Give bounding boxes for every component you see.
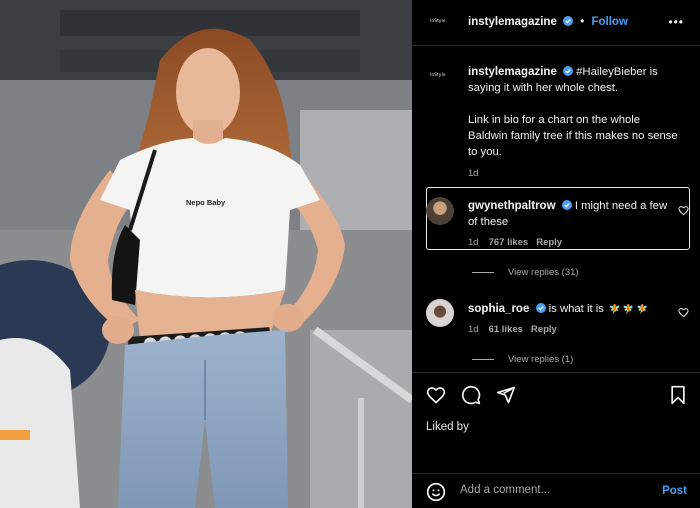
verified-badge-icon	[562, 66, 573, 76]
view-replies-label: View replies (1)	[508, 354, 574, 365]
post-actions: Liked by Post	[412, 372, 700, 508]
post-header: InStyle instylemagazine • Follow •••	[412, 0, 700, 46]
comment-text: is what it is	[548, 303, 604, 315]
caption-time[interactable]: 1d	[468, 166, 682, 182]
follow-button[interactable]: Follow	[591, 16, 627, 28]
verified-badge-icon	[561, 200, 572, 210]
like-comment-icon[interactable]	[678, 205, 689, 216]
comment-gwynethpaltrow: gwynethpaltrow I might need a few of the…	[468, 198, 668, 230]
avatar[interactable]	[426, 197, 454, 225]
replies-divider	[472, 272, 494, 273]
comment-time[interactable]: 1d	[468, 237, 479, 248]
comment-bubble-icon[interactable]	[461, 385, 481, 405]
comment-input[interactable]	[460, 484, 640, 496]
shirt-text: Nepo Baby	[186, 198, 226, 207]
comment-username[interactable]: gwynethpaltrow	[468, 200, 556, 212]
like-comment-icon[interactable]	[678, 307, 689, 318]
emoji-icon[interactable]	[426, 482, 446, 502]
view-replies-link[interactable]: View replies (31)	[472, 267, 579, 278]
more-options-icon[interactable]: •••	[668, 15, 684, 29]
avatar[interactable]	[426, 299, 454, 327]
comment-emoji: 🧚 🧚 🧚	[609, 304, 648, 314]
caption-username[interactable]: instylemagazine	[468, 66, 557, 78]
comment-username[interactable]: sophia_roe	[468, 303, 529, 315]
comment-meta: 1d 61 likes Reply	[468, 324, 557, 335]
like-heart-icon[interactable]	[426, 385, 446, 405]
view-replies-label: View replies (31)	[508, 267, 579, 278]
verified-badge-icon	[563, 16, 574, 26]
account-logo[interactable]: InStyle	[430, 19, 445, 24]
post-photo: Nepo Baby	[0, 0, 412, 508]
verified-badge-icon	[535, 303, 546, 313]
reply-button[interactable]: Reply	[536, 237, 562, 248]
comment-meta: 1d 767 likes Reply	[468, 237, 562, 248]
caption-text-2: Link in bio for a chart on the whole Bal…	[468, 114, 678, 158]
bookmark-save-icon[interactable]	[668, 385, 688, 405]
separator-dot: •	[580, 16, 585, 28]
share-send-icon[interactable]	[496, 385, 516, 405]
view-replies-link[interactable]: View replies (1)	[472, 354, 573, 365]
comment-composer: Post	[412, 473, 700, 508]
comment-sophia-roe: sophia_roe is what it is 🧚 🧚 🧚	[468, 301, 678, 317]
post-button[interactable]: Post	[662, 485, 687, 497]
liked-by-text[interactable]: Liked by	[426, 421, 469, 433]
comment-likes[interactable]: 767 likes	[489, 237, 529, 248]
photo-illustration	[0, 0, 412, 508]
reply-button[interactable]: Reply	[531, 324, 557, 335]
header-username[interactable]: instylemagazine	[468, 16, 557, 28]
post-side-panel: InStyle instylemagazine • Follow ••• InS…	[412, 0, 700, 508]
comment-likes[interactable]: 61 likes	[489, 324, 523, 335]
comment-time[interactable]: 1d	[468, 324, 479, 335]
replies-divider	[472, 359, 494, 360]
header-username-row: instylemagazine • Follow	[468, 16, 628, 28]
caption-avatar-logo[interactable]: InStyle	[430, 73, 445, 78]
post-caption: instylemagazine #HaileyBieber is saying …	[468, 64, 682, 182]
